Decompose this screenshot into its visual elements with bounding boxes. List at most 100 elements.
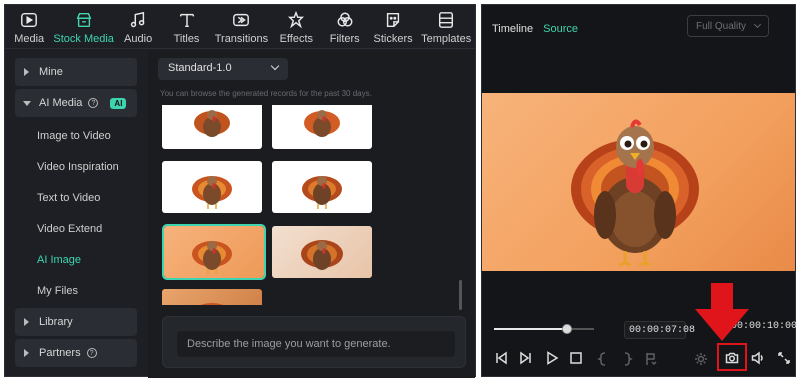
toolbar-titles-label: Titles — [173, 33, 200, 45]
playback-progress-fill — [494, 328, 567, 330]
sidebar-subitem-video-inspiration[interactable]: Video Inspiration — [9, 151, 143, 182]
play-button[interactable] — [543, 350, 561, 370]
toolbar-templates[interactable]: Templates — [417, 5, 475, 49]
sidebar-subitem-my-files[interactable]: My Files — [9, 275, 143, 306]
previous-frame-icon — [494, 351, 508, 370]
transitions-icon — [231, 10, 251, 30]
playhead-handle[interactable] — [562, 324, 572, 334]
add-marker-button[interactable] — [642, 351, 660, 369]
preview-viewer — [482, 93, 795, 271]
tab-source[interactable]: Source — [543, 23, 578, 35]
toolbar-filters-label: Filters — [329, 33, 360, 45]
toolbar-stickers-label: Stickers — [373, 33, 413, 45]
prompt-input[interactable] — [177, 331, 455, 357]
ai-badge: AI — [110, 97, 127, 109]
category-sidebar: Mine AI Media ? AI Image to Video Video … — [9, 55, 143, 373]
toolbar-effects[interactable]: Effects — [272, 5, 320, 49]
generated-image-thumbnail[interactable] — [162, 289, 262, 305]
sidebar-item-mine[interactable]: Mine — [15, 58, 137, 86]
sidebar-subitem-video-extend[interactable]: Video Extend — [9, 213, 143, 244]
toolbar-titles[interactable]: Titles — [162, 5, 210, 49]
toolbar-transitions[interactable]: Transitions — [211, 5, 272, 49]
player-tabs: Timeline Source — [492, 23, 578, 35]
next-frame-icon — [519, 351, 533, 370]
speaker-icon — [751, 351, 765, 370]
mark-out-icon — [620, 351, 634, 369]
caret-right-icon — [24, 349, 29, 357]
next-frame-button[interactable] — [517, 351, 535, 369]
prompt-panel — [162, 316, 466, 368]
sidebar-item-partners-label: Partners — [39, 347, 81, 359]
toolbar-transitions-label: Transitions — [214, 33, 269, 45]
mark-in-button[interactable] — [594, 351, 612, 369]
generated-image-thumbnail-selected[interactable] — [162, 224, 266, 280]
playback-progress-bar[interactable] — [494, 324, 594, 334]
stop-button[interactable] — [567, 351, 585, 369]
tab-timeline[interactable]: Timeline — [492, 23, 533, 35]
grid-scrollbar[interactable] — [459, 280, 462, 310]
help-icon[interactable]: ? — [86, 348, 97, 358]
previous-frame-button[interactable] — [492, 351, 510, 369]
chevron-down-icon — [270, 61, 280, 71]
help-icon[interactable]: ? — [88, 98, 99, 108]
sidebar-subitem-image-to-video[interactable]: Image to Video — [9, 120, 143, 151]
quality-select-value: Full Quality — [696, 21, 747, 32]
settings-button[interactable] — [692, 351, 710, 369]
stickers-icon — [383, 10, 403, 30]
model-select[interactable]: Standard-1.0 — [158, 58, 288, 80]
sidebar-subitem-text-to-video[interactable]: Text to Video — [9, 182, 143, 213]
fullscreen-button[interactable] — [775, 351, 793, 369]
marker-icon — [644, 352, 658, 369]
sidebar-item-ai-media-label: AI Media — [39, 97, 83, 109]
main-toolbar: Media Stock Media Audio Titles Transitio… — [5, 5, 475, 49]
sidebar-item-library[interactable]: Library — [15, 308, 137, 336]
expand-icon — [777, 351, 791, 370]
quality-select[interactable]: Full Quality — [687, 15, 769, 37]
media-icon — [19, 10, 39, 30]
caret-right-icon — [24, 318, 29, 326]
generated-image-grid — [162, 105, 462, 305]
snapshot-highlight-box — [717, 343, 747, 371]
play-icon — [545, 350, 559, 370]
toolbar-audio-label: Audio — [124, 33, 153, 45]
generated-image-thumbnail[interactable] — [162, 105, 262, 149]
red-arrow-annotation — [695, 283, 749, 341]
titles-icon — [177, 10, 197, 30]
volume-button[interactable] — [749, 351, 767, 369]
caret-down-icon — [23, 101, 31, 106]
current-timecode[interactable]: 00:00:07:08 — [624, 321, 695, 339]
toolbar-stock-media-label: Stock Media — [53, 33, 114, 45]
filters-icon — [335, 10, 355, 30]
toolbar-media-label: Media — [14, 33, 45, 45]
toolbar-templates-label: Templates — [421, 33, 472, 45]
gear-icon — [694, 352, 708, 369]
mark-out-button[interactable] — [618, 351, 636, 369]
sidebar-item-ai-media[interactable]: AI Media ? AI — [15, 89, 137, 117]
ai-image-content: Standard-1.0 You can browse the generate… — [148, 50, 475, 378]
toolbar-media[interactable]: Media — [5, 5, 53, 49]
toolbar-stickers[interactable]: Stickers — [369, 5, 417, 49]
sidebar-item-mine-label: Mine — [39, 66, 63, 78]
generated-image-thumbnail[interactable] — [162, 161, 262, 213]
chevron-down-icon — [753, 20, 762, 29]
generated-image-thumbnail[interactable] — [272, 161, 372, 213]
sidebar-item-partners[interactable]: Partners ? — [15, 339, 137, 367]
effects-icon — [286, 10, 306, 30]
history-hint: You can browse the generated records for… — [160, 89, 372, 98]
sidebar-subitem-ai-image[interactable]: AI Image — [9, 244, 143, 275]
audio-icon — [128, 10, 148, 30]
generated-image-thumbnail[interactable] — [272, 226, 372, 278]
stop-icon — [569, 351, 583, 370]
playback-controls — [492, 343, 793, 371]
toolbar-filters[interactable]: Filters — [321, 5, 369, 49]
stock-media-icon — [74, 10, 94, 30]
model-select-value: Standard-1.0 — [168, 62, 232, 74]
generated-image-thumbnail[interactable] — [272, 105, 372, 149]
templates-icon — [436, 10, 456, 30]
sidebar-item-library-label: Library — [39, 316, 73, 328]
toolbar-audio[interactable]: Audio — [114, 5, 162, 49]
caret-right-icon — [24, 68, 29, 76]
toolbar-stock-media[interactable]: Stock Media — [53, 5, 114, 49]
toolbar-effects-label: Effects — [279, 33, 314, 45]
turkey-preview-image — [571, 119, 699, 267]
